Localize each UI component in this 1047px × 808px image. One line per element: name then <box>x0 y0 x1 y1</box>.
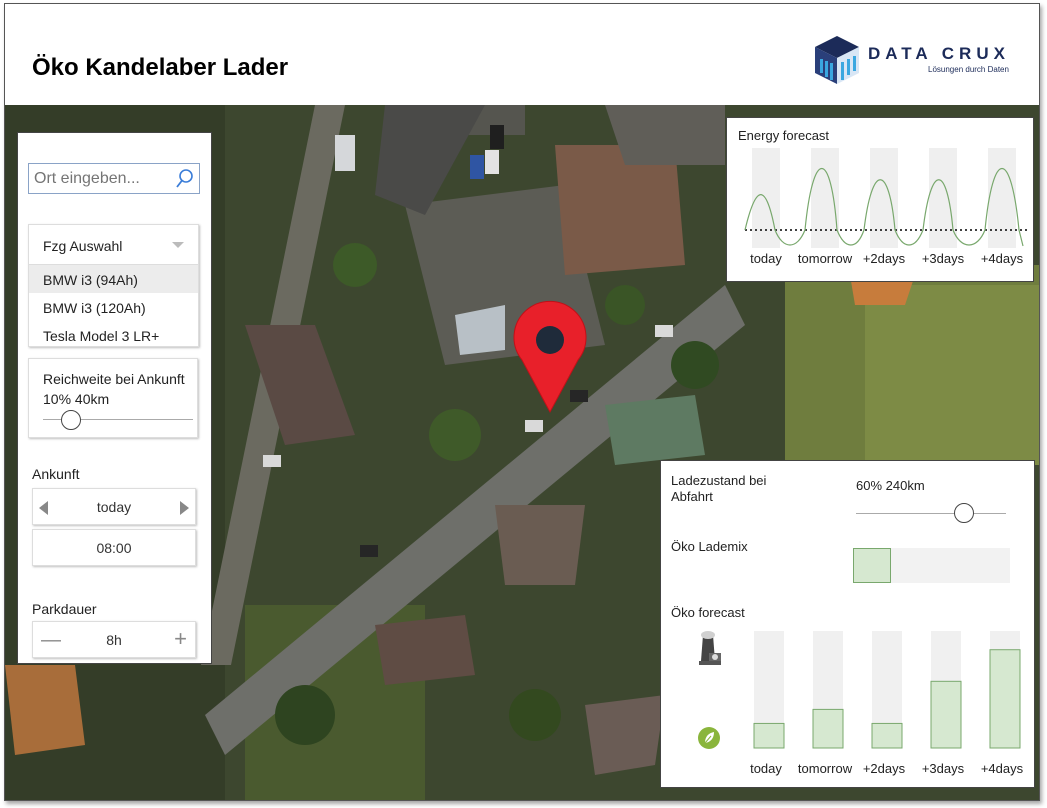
forecast-day-band <box>870 148 898 248</box>
vehicle-select-header[interactable]: Fzg Auswahl <box>29 225 198 265</box>
data-crux-logo: DATA CRUX Lösungen durch Daten <box>811 32 1021 86</box>
header: Öko Kandelaber Lader DATA CRUX Lösungen … <box>5 4 1039 105</box>
arrival-label: Ankunft <box>32 466 80 482</box>
logo-tagline: Lösungen durch Daten <box>928 65 1009 74</box>
forecast-day-band <box>988 148 1016 248</box>
departure-soc-slider[interactable] <box>856 513 1006 514</box>
aerial-map[interactable]: Fzg Auswahl BMW i3 (94Ah) BMW i3 (120Ah)… <box>5 105 1039 800</box>
arrival-time-field[interactable]: 08:00 <box>32 529 196 566</box>
search-icon[interactable] <box>175 168 195 190</box>
eco-forecast-chart <box>753 631 1021 749</box>
logo-wordmark: DATA CRUX <box>868 44 1010 63</box>
eco-forecast-label: Öko forecast <box>671 605 745 620</box>
arrival-time-value: 08:00 <box>96 540 132 556</box>
plus-icon[interactable]: + <box>174 628 187 650</box>
eco-mix-fill <box>853 548 891 583</box>
arrival-range-title: Reichweite bei Ankunft <box>43 371 185 387</box>
departure-soc-thumb[interactable] <box>954 503 974 523</box>
eco-mix-bar <box>853 548 1010 583</box>
tick-label: +4days <box>980 761 1024 776</box>
leaf-icon <box>698 727 720 749</box>
vehicle-option[interactable]: BMW i3 (94Ah) <box>29 265 198 293</box>
eco-forecast-bar <box>871 722 903 749</box>
logo-cube-icon <box>815 36 859 84</box>
departure-soc-value: 60% 240km <box>856 478 925 493</box>
vehicle-select[interactable]: Fzg Auswahl BMW i3 (94Ah) BMW i3 (120Ah)… <box>28 224 199 347</box>
vehicle-select-label: Fzg Auswahl <box>43 238 123 254</box>
search-input[interactable] <box>34 170 174 188</box>
app-window: Öko Kandelaber Lader DATA CRUX Lösungen … <box>4 3 1040 801</box>
location-pin-icon[interactable] <box>510 298 590 418</box>
parking-duration-stepper: — 8h + <box>32 621 196 658</box>
arrival-range-thumb[interactable] <box>61 410 81 430</box>
forecast-day-band <box>929 148 957 248</box>
search-box[interactable] <box>28 163 200 194</box>
chevron-down-icon[interactable] <box>172 242 184 248</box>
arrival-range-label: Reichweite bei Ankunft 10% 40km <box>43 369 193 409</box>
vehicle-option[interactable]: BMW i3 (120Ah) <box>29 293 198 321</box>
energy-forecast-panel: Energy forecast today tomorrow +2days +3… <box>726 117 1034 282</box>
control-panel: Fzg Auswahl BMW i3 (94Ah) BMW i3 (120Ah)… <box>17 132 212 664</box>
eco-forecast-bar <box>812 708 844 749</box>
departure-soc-label: Ladezustand bei Abfahrt <box>671 473 767 504</box>
page-title: Öko Kandelaber Lader <box>32 54 289 81</box>
arrival-range-card: Reichweite bei Ankunft 10% 40km <box>28 358 198 438</box>
tick-label: +4days <box>980 251 1024 266</box>
arrival-range-value: 10% 40km <box>43 391 110 407</box>
arrival-day-picker: today <box>32 488 196 525</box>
vehicle-option[interactable]: Tesla Model 3 LR+ <box>29 321 198 349</box>
eco-mix-label: Öko Lademix <box>671 539 748 554</box>
eco-panel: Ladezustand bei Abfahrt 60% 240km Öko La… <box>660 460 1035 788</box>
forecast-day-band <box>811 148 839 248</box>
eco-forecast-bar <box>989 649 1021 749</box>
eco-forecast-bar <box>753 722 785 749</box>
arrival-day-value: today <box>96 499 132 515</box>
chevron-right-icon[interactable] <box>180 501 189 515</box>
parking-duration-label: Parkdauer <box>32 601 97 617</box>
eco-forecast-bar <box>930 680 962 749</box>
parking-duration-value: 8h <box>106 632 122 648</box>
power-plant-icon <box>699 631 721 665</box>
